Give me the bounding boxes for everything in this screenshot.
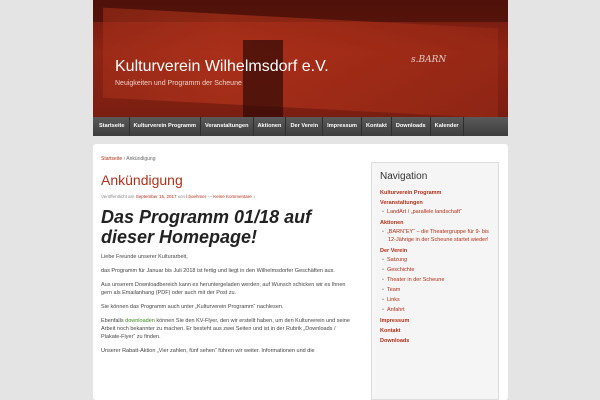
sidebar-item-kulturverein-programm[interactable]: Kulturverein Programm [380, 190, 490, 196]
paragraph-download: Aus unserem Downloadbereich kann es heru… [101, 282, 346, 296]
site-header: s.BARN Kulturverein Wilhelmsdorf e.V. Ne… [93, 0, 508, 117]
breadcrumb: Startseite › Ankündigung [101, 156, 351, 162]
meta-date-link[interactable]: September 15, 2017 [136, 194, 177, 199]
sidebar-item-downloads[interactable]: Downloads [380, 338, 490, 344]
article: Startseite › Ankündigung Ankündigung Ver… [101, 156, 351, 355]
sidebar-item-veranstaltungen[interactable]: Veranstaltungen [380, 200, 490, 206]
nav-item-kulturverein-programm[interactable]: Kulturverein Programm [130, 117, 201, 136]
breadcrumb-home-link[interactable]: Startseite [101, 156, 122, 162]
nav-item-kontakt[interactable]: Kontakt [362, 117, 392, 136]
site-title[interactable]: Kulturverein Wilhelmsdorf e.V. [115, 58, 329, 76]
sidebar-item-geschichte[interactable]: Geschichte [380, 266, 490, 274]
breadcrumb-current: Ankündigung [126, 156, 156, 162]
meta-comments-link[interactable]: Keine Kommentare ↓ [213, 194, 255, 199]
sidebar-item-team[interactable]: Team [380, 286, 490, 294]
widget-title: Navigation [380, 171, 428, 182]
flyer-text-before: Ebenfalls [101, 318, 126, 324]
nav-item-kalender[interactable]: Kalender [431, 117, 464, 136]
nav-item-impressum[interactable]: Impressum [323, 117, 362, 136]
sidebar-item-der-verein[interactable]: Der Verein [380, 248, 490, 254]
nav-item-startseite[interactable]: Startseite [95, 117, 130, 136]
main-navigation: Startseite Kulturverein Programm Veranst… [93, 117, 508, 136]
post-meta: Veröffentlicht am September 15, 2017 von… [101, 194, 351, 199]
sidebar-item-impressum[interactable]: Impressum [380, 318, 490, 324]
nav-item-aktionen[interactable]: Aktionen [254, 117, 287, 136]
sidebar-item-landart[interactable]: LandArt / „parallele landschaft“ [380, 208, 490, 216]
header-image-door [243, 40, 283, 117]
paragraph-greeting: Liebe Freunde unserer Kulturarbeit, [101, 254, 188, 260]
meta-by: von [176, 194, 187, 199]
paragraph-flyer: Ebenfalls downloaden können Sie den KV-F… [101, 317, 351, 341]
sidebar-item-kontakt[interactable]: Kontakt [380, 328, 490, 334]
paragraph-readmore: Sie können das Programm auch unter „Kult… [101, 304, 284, 310]
nav-item-der-verein[interactable]: Der Verein [286, 117, 324, 136]
sidebar-item-barney[interactable]: „BARN“EY“ – die Theatergruppe für 9- bis… [380, 228, 490, 244]
sidebar-item-aktionen[interactable]: Aktionen [380, 220, 490, 226]
nav-item-downloads[interactable]: Downloads [392, 117, 431, 136]
site-description: Neuigkeiten und Programm der Scheune [115, 80, 242, 87]
sidebar-item-anfahrt[interactable]: Anfahrt [380, 306, 490, 314]
meta-author-link[interactable]: l.boehmer [186, 194, 206, 199]
paragraph-rabatt: Unserer Rabatt-Aktion „Vier zahlen, fünf… [101, 348, 315, 354]
page-wrapper: s.BARN Kulturverein Wilhelmsdorf e.V. Ne… [93, 0, 508, 400]
sidebar-item-links[interactable]: Links [380, 296, 490, 304]
meta-prefix: Veröffentlicht am [101, 194, 136, 199]
downloaden-link[interactable]: downloaden [125, 318, 155, 324]
paragraph-program: das Programm für Januar bis Juli 2018 is… [101, 268, 335, 274]
main-content-area: Startseite › Ankündigung Ankündigung Ver… [93, 144, 508, 400]
header-image-sign: s.BARN [411, 55, 447, 65]
sidebar-item-theater[interactable]: Theater in der Scheune [380, 276, 490, 284]
page-title: Ankündigung [101, 172, 183, 188]
sidebar-navigation-widget: Navigation Kulturverein Programm Veranst… [371, 162, 499, 400]
nav-item-veranstaltungen[interactable]: Veranstaltungen [201, 117, 254, 136]
post-heading: Das Programm 01/18 auf dieser Homepage! [101, 207, 312, 247]
sidebar-item-satzung[interactable]: Satzung [380, 256, 490, 264]
